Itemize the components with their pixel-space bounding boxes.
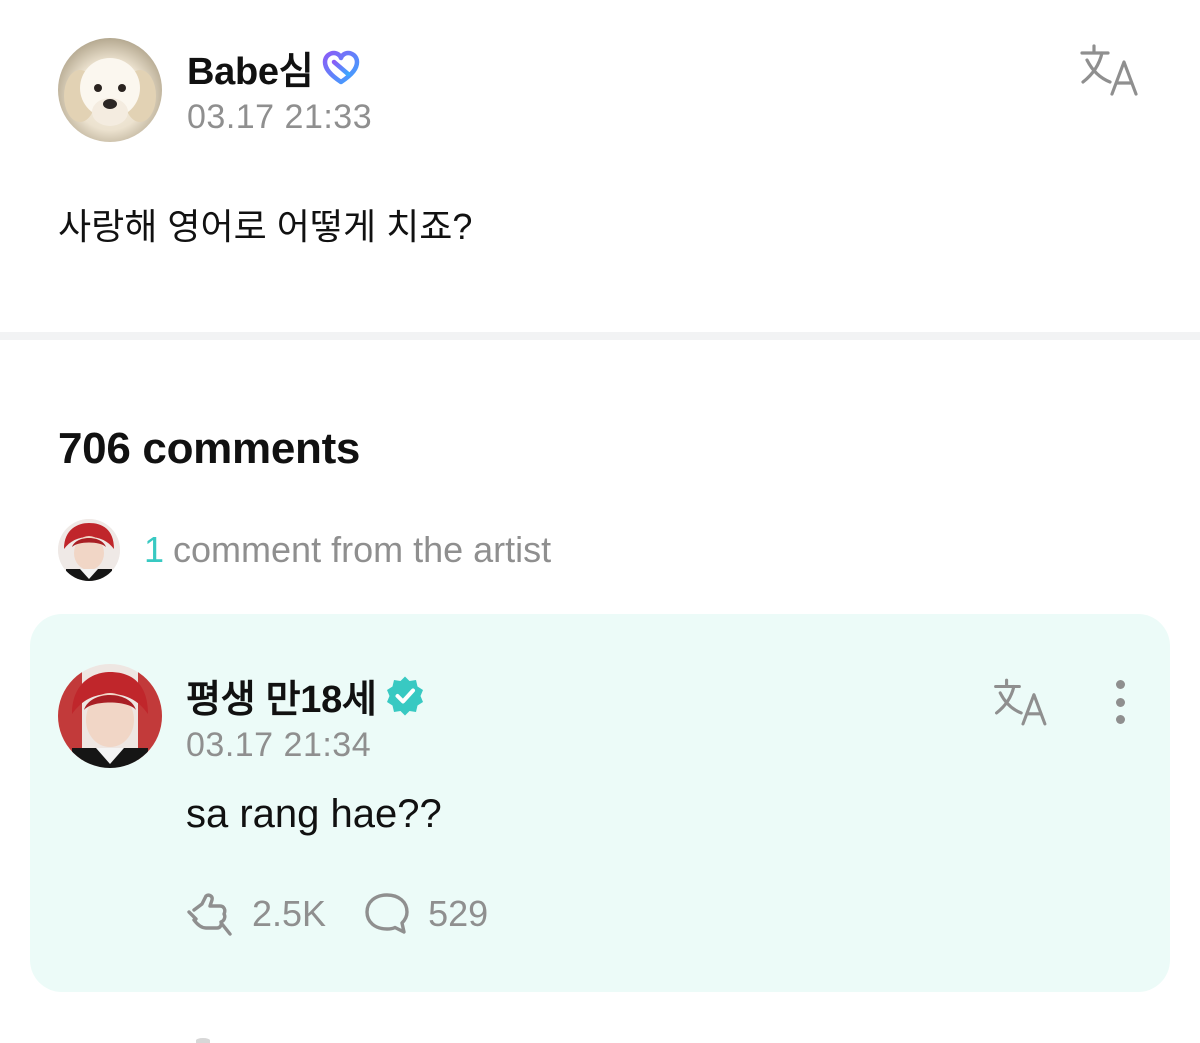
like-hand-icon[interactable] [186,890,236,938]
post-author-avatar[interactable] [58,38,162,142]
artist-comment-body: sa rang hae?? [186,792,442,836]
artist-avatar-image [58,519,120,581]
artist-author-name[interactable]: 평생 만18세 [186,668,377,723]
artist-author-line: 평생 만18세 [186,668,425,723]
artist-comment-summary-text: 1 comment from the artist [144,529,551,571]
artist-comment-summary[interactable]: 1 comment from the artist [58,519,551,581]
heart-membership-icon [323,50,360,84]
verified-badge-icon [386,676,423,715]
comment-actions: 2.5K 529 [186,890,488,938]
comments-count: 706 comments [58,424,361,473]
more-dot [1115,715,1125,724]
next-item-peek [196,1038,210,1043]
comment-bubble-icon[interactable] [362,890,412,938]
artist-comment-card[interactable]: 평생 만18세 03.17 21:34 sa rang hae?? 2.5K 5… [30,614,1170,992]
more-options-icon[interactable] [1106,676,1134,728]
artist-comment-timestamp: 03.17 21:34 [186,726,372,764]
more-dot [1115,697,1125,707]
artist-avatar[interactable] [58,664,162,768]
more-dot [1115,680,1125,689]
like-count: 2.5K [252,893,327,934]
post-body: 사랑해 영어로 어떻게 치죠? [58,206,473,247]
artist-comment-label: comment from the artist [173,529,552,570]
section-divider [0,332,1200,340]
post: Babe심 03.17 21:33 사랑해 영어로 어떻게 치죠? [0,0,1200,332]
artist-comment-count: 1 [144,529,165,570]
puppy-avatar-image [64,58,156,126]
reply-count: 529 [428,893,489,934]
translate-icon[interactable] [992,676,1054,728]
artist-avatar-small [58,519,120,581]
post-timestamp: 03.17 21:33 [187,98,373,136]
post-author-line: Babe심 [187,40,361,95]
artist-avatar-image [58,664,162,768]
post-author-name[interactable]: Babe심 [187,40,314,95]
translate-icon[interactable] [1078,42,1146,98]
